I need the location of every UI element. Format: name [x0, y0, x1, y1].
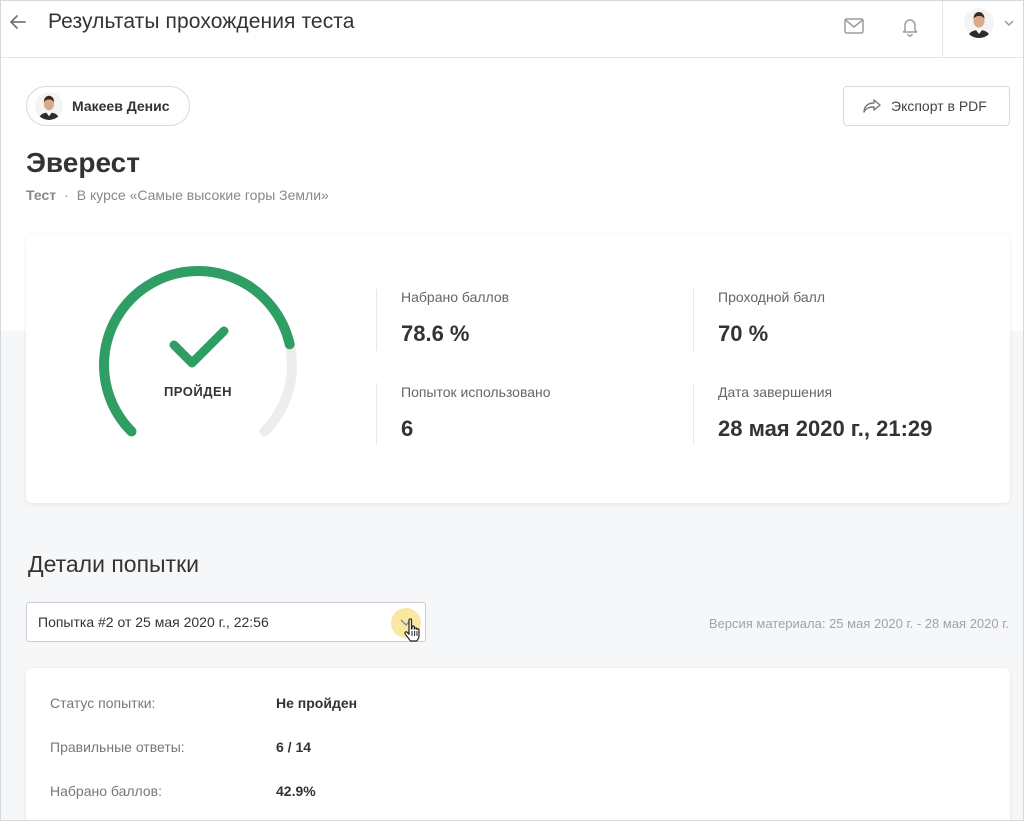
detail-value: 42.9%	[276, 783, 316, 799]
hand-cursor-icon	[404, 618, 420, 642]
user-menu[interactable]	[942, 1, 1023, 58]
stat-label: Набрано баллов	[401, 289, 510, 305]
user-name: Макеев Денис	[72, 98, 170, 114]
mail-icon[interactable]	[843, 16, 865, 36]
bell-icon[interactable]	[899, 15, 921, 37]
test-subline: Тест · В курсе «Самые высокие горы Земли»	[26, 187, 329, 203]
stat-value: 78.6 %	[401, 321, 470, 346]
export-pdf-button[interactable]: Экспорт в PDF	[843, 86, 1010, 126]
attempt-select[interactable]: Попытка #2 от 25 мая 2020 г., 22:56	[26, 602, 426, 642]
attempt-details-card: Статус попытки: Не пройден Правильные от…	[26, 668, 1010, 820]
detail-value: 6 / 14	[276, 739, 312, 755]
chevron-down-icon	[1004, 20, 1014, 27]
divider	[693, 383, 694, 445]
divider	[376, 383, 377, 445]
detail-label: Набрано баллов:	[50, 783, 162, 799]
page-title: Результаты прохождения теста	[48, 10, 355, 33]
attempt-select-value: Попытка #2 от 25 мая 2020 г., 22:56	[38, 614, 269, 630]
stat-pass-score: Проходной балл 70 %	[718, 289, 825, 347]
gauge-fill	[99, 266, 295, 437]
score-gauge	[99, 266, 297, 437]
detail-label: Правильные ответы:	[50, 739, 185, 755]
back-arrow-icon[interactable]	[8, 12, 28, 32]
stat-value: 28 мая 2020 г., 21:29	[718, 416, 933, 441]
stat-value: 6	[401, 416, 414, 441]
result-status: ПРОЙДЕН	[163, 384, 233, 399]
material-version: Версия материала: 25 мая 2020 г. - 28 ма…	[708, 616, 1009, 631]
user-chip[interactable]: Макеев Денис	[26, 86, 190, 126]
test-title: Эверест	[26, 147, 140, 178]
course-link[interactable]: В курсе «Самые высокие горы Земли»	[77, 187, 329, 203]
detail-value: Не пройден	[276, 695, 358, 711]
stat-label: Дата завершения	[718, 384, 833, 400]
stat-value: 70 %	[718, 321, 769, 346]
stat-label: Проходной балл	[718, 289, 826, 305]
divider	[376, 289, 377, 351]
avatar	[964, 8, 994, 38]
top-bar: Результаты прохождения теста	[1, 1, 1023, 58]
stat-score: Набрано баллов 78.6 %	[401, 289, 509, 347]
separator: ·	[64, 187, 69, 203]
share-icon	[863, 99, 881, 113]
avatar	[35, 92, 63, 120]
stat-label: Попыток использовано	[401, 384, 551, 400]
detail-label: Статус попытки:	[50, 695, 156, 711]
stat-attempts: Попыток использовано 6	[401, 384, 551, 442]
stat-completion-date: Дата завершения 28 мая 2020 г., 21:29	[718, 384, 932, 442]
check-icon	[169, 326, 229, 368]
divider	[693, 289, 694, 351]
result-card: ПРОЙДЕН Набрано баллов 78.6 % Проходной …	[26, 235, 1010, 503]
export-pdf-label: Экспорт в PDF	[891, 98, 987, 114]
test-type: Тест	[26, 187, 57, 203]
section-title: Детали попытки	[28, 551, 200, 577]
page: Результаты прохождения теста Макеев Дени…	[0, 0, 1024, 821]
